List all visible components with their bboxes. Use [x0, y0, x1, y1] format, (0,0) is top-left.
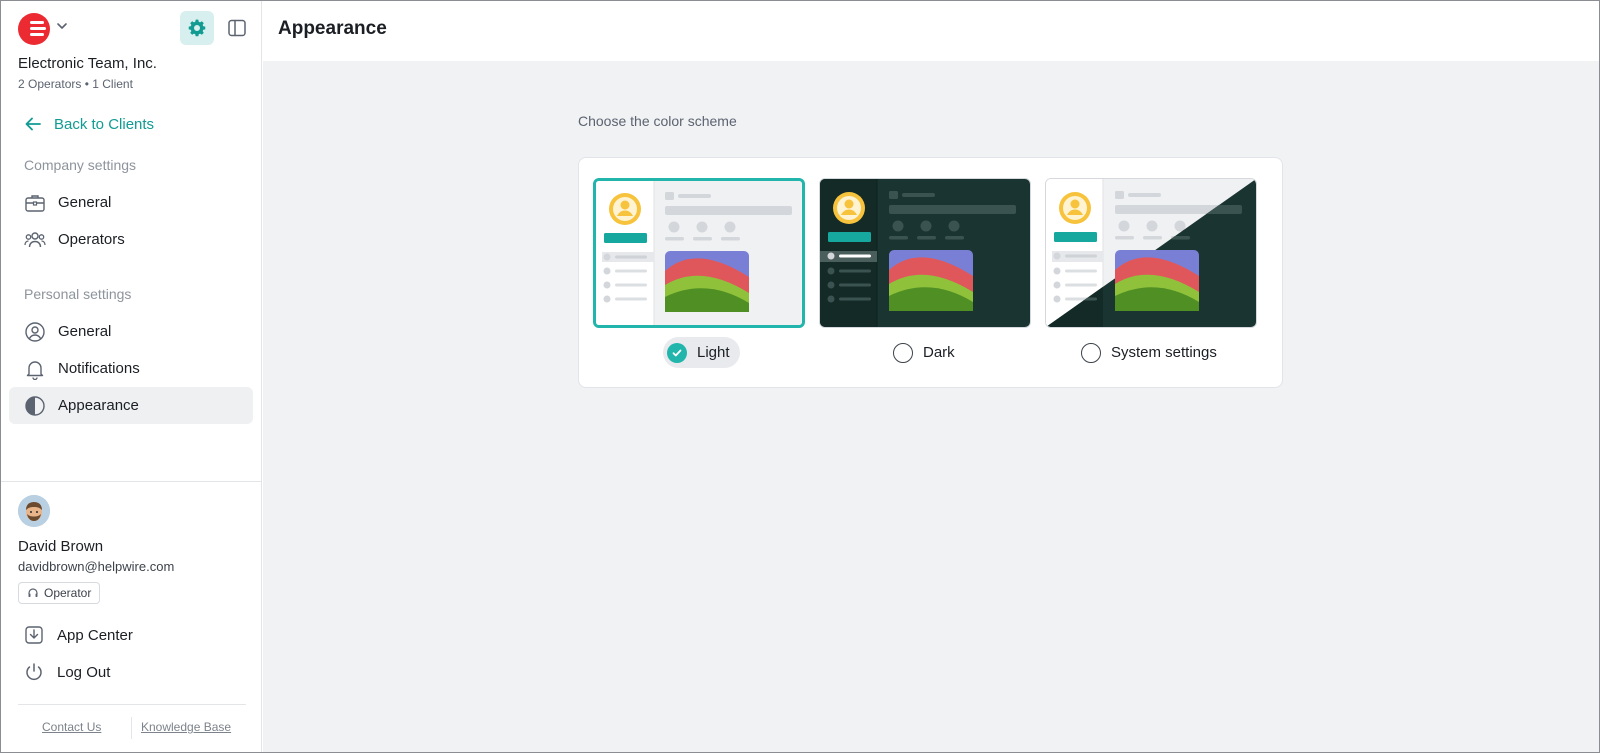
- bell-icon: [24, 358, 46, 380]
- log-out-link[interactable]: Log Out: [24, 662, 110, 682]
- company-settings-heading: Company settings: [24, 157, 137, 173]
- sidebar-item-operators[interactable]: Operators: [9, 221, 253, 258]
- app-window: Electronic Team, Inc. 2 Operators • 1 Cl…: [0, 0, 1600, 753]
- sidebar-item-label: Operators: [58, 231, 125, 248]
- sidebar-item-notifications[interactable]: Notifications: [9, 350, 253, 387]
- light-theme-option[interactable]: Light: [663, 337, 740, 368]
- light-theme-preview[interactable]: [593, 178, 805, 328]
- page-title: Appearance: [278, 18, 387, 39]
- role-label: Operator: [44, 586, 92, 600]
- sidebar-item-label: General: [58, 323, 112, 340]
- dark-theme-option[interactable]: Dark: [893, 337, 955, 368]
- back-to-clients-link[interactable]: Back to Clients: [24, 115, 154, 133]
- sidebar-item-label: General: [58, 194, 112, 211]
- color-scheme-card: Light Dark System settings: [578, 157, 1283, 388]
- system-radio[interactable]: [1081, 342, 1101, 363]
- organization-name: Electronic Team, Inc.: [18, 55, 157, 72]
- users-icon: [24, 229, 46, 251]
- light-option-label: Light: [697, 344, 730, 361]
- settings-button[interactable]: [180, 11, 214, 45]
- knowledge-base-link[interactable]: Knowledge Base: [141, 720, 231, 734]
- user-email: davidbrown@helpwire.com: [18, 559, 175, 574]
- sidebar-item-appearance[interactable]: Appearance: [9, 387, 253, 424]
- gear-icon: [188, 19, 206, 37]
- page-header: Appearance: [263, 1, 1599, 61]
- sidebar-divider: [1, 481, 262, 482]
- dark-radio[interactable]: [893, 342, 913, 363]
- system-theme-preview[interactable]: [1045, 178, 1257, 328]
- app-center-link[interactable]: App Center: [24, 625, 133, 645]
- color-scheme-prompt: Choose the color scheme: [578, 113, 737, 129]
- dark-theme-preview[interactable]: [819, 178, 1031, 328]
- avatar[interactable]: [18, 495, 50, 527]
- contact-us-link[interactable]: Contact Us: [42, 720, 101, 734]
- back-link-label: Back to Clients: [54, 115, 155, 133]
- light-radio[interactable]: [667, 342, 687, 363]
- dark-option-label: Dark: [923, 344, 955, 361]
- download-icon: [25, 626, 43, 644]
- app-center-label: App Center: [57, 626, 133, 644]
- sidebar-item-label: Appearance: [58, 397, 139, 414]
- sidebar-toggle-icon: [228, 19, 246, 37]
- role-badge: Operator: [18, 582, 101, 604]
- sidebar: Electronic Team, Inc. 2 Operators • 1 Cl…: [1, 1, 262, 752]
- toggle-sidebar-button[interactable]: [224, 15, 250, 41]
- power-icon: [26, 663, 42, 681]
- arrow-left-icon: [25, 117, 41, 131]
- log-out-label: Log Out: [57, 663, 111, 681]
- chevron-down-icon[interactable]: [56, 20, 68, 32]
- sidebar-item-label: Notifications: [58, 360, 140, 377]
- main-content: Choose the color scheme Light Dark Syste…: [263, 61, 1599, 752]
- briefcase-icon: [24, 192, 46, 214]
- sidebar-item-company-general[interactable]: General: [9, 184, 253, 221]
- footer-separator: [131, 717, 132, 739]
- contrast-icon: [24, 395, 46, 417]
- sidebar-item-personal-general[interactable]: General: [9, 313, 253, 350]
- check-icon: [672, 349, 682, 356]
- user-name: David Brown: [18, 538, 104, 555]
- organization-meta: 2 Operators • 1 Client: [18, 77, 133, 91]
- system-option-label: System settings: [1111, 344, 1217, 361]
- headset-icon: [28, 588, 38, 597]
- user-circle-icon: [24, 321, 46, 343]
- system-theme-option[interactable]: System settings: [1081, 337, 1217, 368]
- footer-divider: [18, 704, 246, 705]
- personal-settings-heading: Personal settings: [24, 286, 132, 302]
- helpwire-logo[interactable]: [18, 13, 50, 45]
